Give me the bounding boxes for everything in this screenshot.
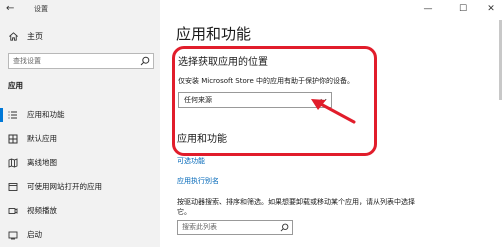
app-source-selected-value: 任何来源: [184, 96, 212, 104]
scrollbar[interactable]: [499, 20, 502, 100]
arrow-annotation: [311, 99, 356, 124]
sidebar: ← 设置 主页 查找设置 应用 应用和功能 默认应用 离线地图 可使用网站打开的…: [0, 0, 160, 247]
apps-features-heading: 应用和功能: [177, 134, 227, 145]
sidebar-item-label: 应用和功能: [27, 110, 65, 119]
main-content: — ☐ ✕ 应用和功能 选择获取应用的位置 仅安装 Microsoft Stor…: [160, 0, 503, 247]
maximize-button[interactable]: ☐: [456, 3, 470, 15]
sidebar-item-label: 默认应用: [27, 134, 57, 143]
active-indicator: [0, 108, 3, 122]
sidebar-section-label: 应用: [8, 81, 23, 90]
sidebar-item-apps-features[interactable]: 应用和功能: [0, 106, 160, 124]
sidebar-item-default-apps[interactable]: 默认应用: [0, 130, 160, 148]
apps-help-text: 按驱动器搜索、排序和筛选。如果想要卸载或移动某个应用，请从列表中选择它。: [177, 198, 415, 216]
sidebar-item-offline-maps[interactable]: 离线地图: [0, 154, 160, 172]
apps-search-placeholder: 搜索此列表: [182, 223, 217, 231]
video-icon: [8, 208, 18, 214]
startup-icon: [8, 231, 18, 240]
choose-location-description: 仅安装 Microsoft Store 中的应用有助于保护你的设备。: [178, 77, 355, 85]
window-title: 设置: [34, 5, 48, 13]
home-icon: [9, 32, 18, 41]
website-apps-icon: [8, 183, 18, 191]
apps-search-input[interactable]: 搜索此列表: [177, 220, 293, 235]
search-icon[interactable]: [280, 223, 289, 232]
titlebar: ← 设置: [0, 0, 160, 20]
back-arrow-icon[interactable]: ←: [6, 3, 14, 15]
sidebar-item-website-apps[interactable]: 可使用网站打开的应用: [0, 178, 160, 196]
home-label: 主页: [27, 32, 43, 41]
sidebar-item-label: 启动: [27, 230, 42, 239]
optional-features-link[interactable]: 可选功能: [177, 157, 205, 166]
map-icon: [8, 158, 18, 168]
default-apps-icon: [8, 134, 18, 144]
sidebar-item-label: 视频播放: [27, 206, 57, 215]
sidebar-item-home[interactable]: 主页: [0, 29, 160, 45]
sidebar-item-label: 离线地图: [27, 158, 57, 167]
page-title: 应用和功能: [176, 25, 252, 43]
sidebar-item-startup[interactable]: 启动: [0, 226, 160, 244]
sidebar-search-input[interactable]: 查找设置: [8, 53, 154, 69]
sidebar-search-placeholder: 查找设置: [13, 57, 41, 65]
choose-location-heading: 选择获取应用的位置: [178, 57, 268, 68]
sidebar-item-video-playback[interactable]: 视频播放: [0, 202, 160, 220]
list-icon: [8, 111, 17, 119]
settings-window: ← 设置 主页 查找设置 应用 应用和功能 默认应用 离线地图 可使用网站打开的…: [0, 0, 503, 247]
app-execution-aliases-link[interactable]: 应用执行别名: [177, 177, 219, 186]
close-button[interactable]: ✕: [484, 3, 498, 15]
minimize-button[interactable]: —: [421, 3, 435, 15]
sidebar-item-label: 可使用网站打开的应用: [27, 182, 102, 191]
search-icon[interactable]: [140, 56, 150, 66]
